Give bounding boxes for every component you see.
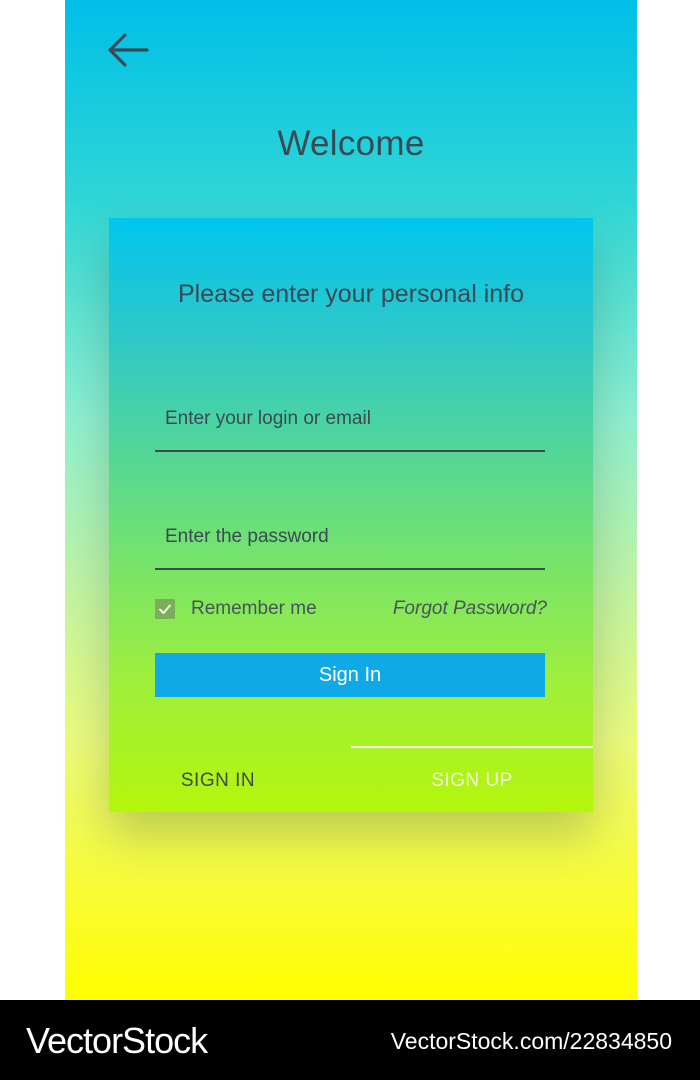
password-input[interactable] [165,526,535,548]
watermark-url: VectorStock.com/22834850 [390,1028,672,1054]
watermark-brand: VectorStock [26,1020,208,1061]
back-button[interactable] [105,30,151,70]
remember-label: Remember me [191,598,317,619]
check-icon [159,604,171,614]
remember-checkbox[interactable] [155,599,175,619]
remember-row: Remember me Forgot Password? [155,598,547,620]
active-tab-indicator [351,746,593,748]
form-title: Please enter your personal info [177,280,525,308]
arrow-left-icon [108,33,149,67]
password-field [155,510,545,570]
login-card: Please enter your personal info Remember… [109,218,593,812]
phone-screen: Welcome Please enter your personal info … [65,0,637,1000]
login-field [155,392,545,452]
login-input[interactable] [165,408,535,430]
forgot-password-link[interactable]: Forgot Password? [393,598,547,620]
tab-sign-up[interactable]: SIGN UP [351,770,593,792]
page-title: Welcome [277,124,425,163]
tab-sign-in[interactable]: SIGN IN [97,770,339,792]
watermark-bar: VectorStock VectorStock.com/22834850 [0,1000,700,1080]
sign-in-button[interactable]: Sign In [155,653,545,697]
